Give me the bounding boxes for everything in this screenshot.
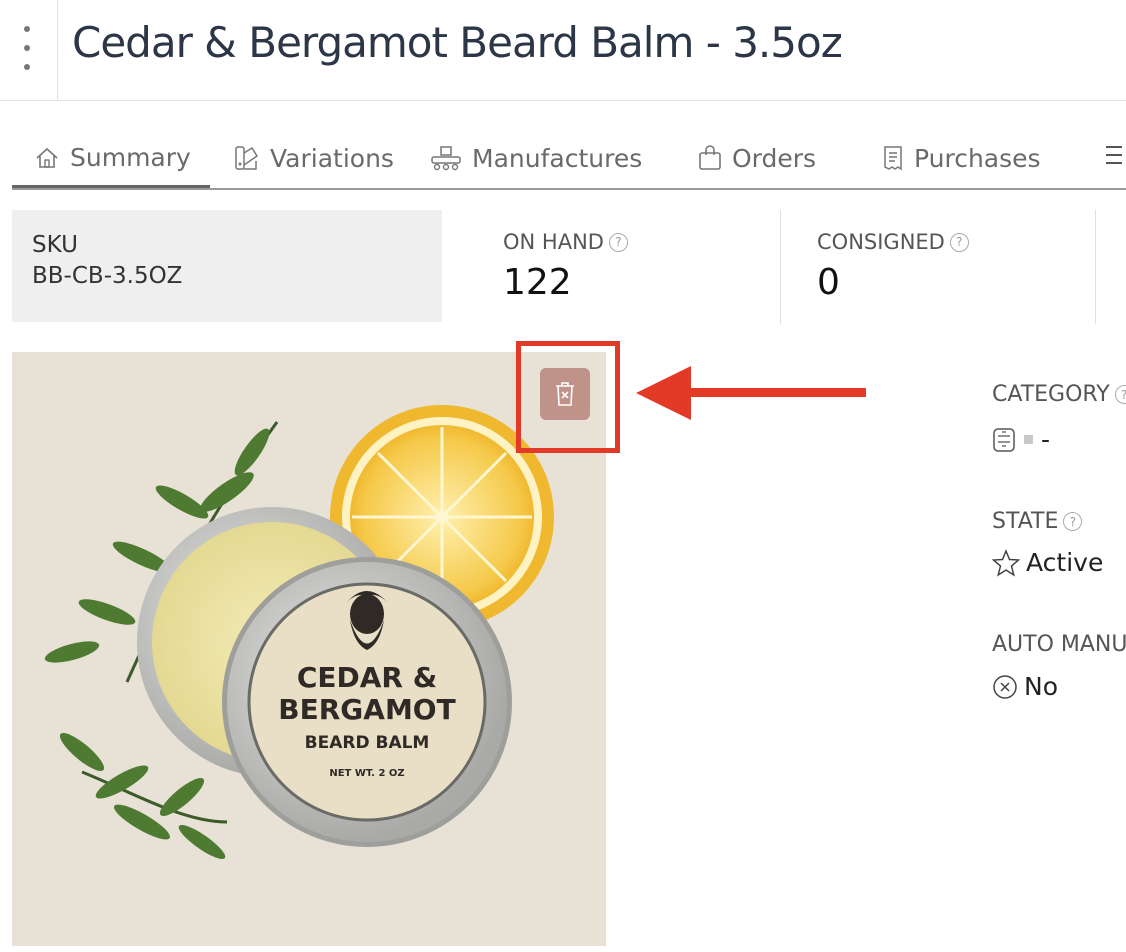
stat-divider [1095,210,1096,324]
red-arrow-annotation [636,366,866,420]
star-icon [992,548,1020,577]
help-icon[interactable]: ? [1114,385,1126,404]
help-icon[interactable]: ? [1063,512,1083,531]
tab-summary[interactable]: Summary [12,130,210,188]
category-value: - [1041,425,1051,454]
tab-label: Summary [70,143,191,172]
tab-label: Variations [270,143,394,173]
category-label: CATEGORY [992,382,1110,407]
consigned-value: 0 [817,262,840,303]
header-divider [57,0,58,100]
more-options-icon[interactable] [12,26,42,70]
auto-manufacture-value-row[interactable]: No [992,672,1058,701]
help-icon[interactable]: ? [949,232,969,252]
receipt-icon [884,146,902,171]
stat-divider [780,210,781,324]
variations-icon [235,146,259,170]
trash-icon [556,382,574,406]
page-header: Cedar & Bergamot Beard Balm - 3.5oz [0,0,1126,101]
tab-variations[interactable]: Variations [234,130,394,186]
lid-text-line3: BEARD BALM [305,733,430,753]
tab-manufactures[interactable]: Manufactures [430,130,642,186]
page-title: Cedar & Bergamot Beard Balm - 3.5oz [72,18,843,67]
category-icon [993,427,1015,452]
lid-text-line1: CEDAR & [297,661,437,694]
sku-card: SKU BB-CB-3.5OZ [12,210,442,322]
shopping-bag-icon [699,145,721,170]
auto-manufacture-label: AUTO MANU [992,632,1126,657]
lid-text-line4: NET WT. 2 OZ [329,768,404,779]
tab-label: Orders [732,143,817,173]
help-icon[interactable]: ? [608,232,628,252]
manufacture-icon [431,146,461,171]
tab-purchases[interactable]: Purchases [882,130,1041,186]
sku-label: SKU [32,232,78,258]
category-value-row[interactable]: - [992,425,1050,454]
tabs-overflow-menu-icon[interactable] [1106,146,1122,164]
tab-bar: Summary Variations Manufactures Orders P… [12,130,1126,190]
on-hand-label: ON HAND [503,230,604,254]
category-color-swatch [1024,435,1033,444]
lid-text-line2: BERGAMOT [278,693,455,726]
consigned-label: CONSIGNED [817,230,945,254]
sku-value: BB-CB-3.5OZ [32,263,183,289]
tab-label: Manufactures [472,143,643,173]
home-icon [36,147,58,168]
x-circle-icon [993,674,1017,699]
tab-orders[interactable]: Orders [698,130,816,186]
on-hand-value: 122 [503,262,572,303]
state-value: Active [1026,548,1104,577]
state-label: STATE [992,509,1059,534]
state-value-row[interactable]: Active [992,548,1103,577]
auto-manufacture-value: No [1024,672,1058,701]
tab-label: Purchases [914,143,1041,173]
delete-image-button[interactable] [540,368,590,420]
